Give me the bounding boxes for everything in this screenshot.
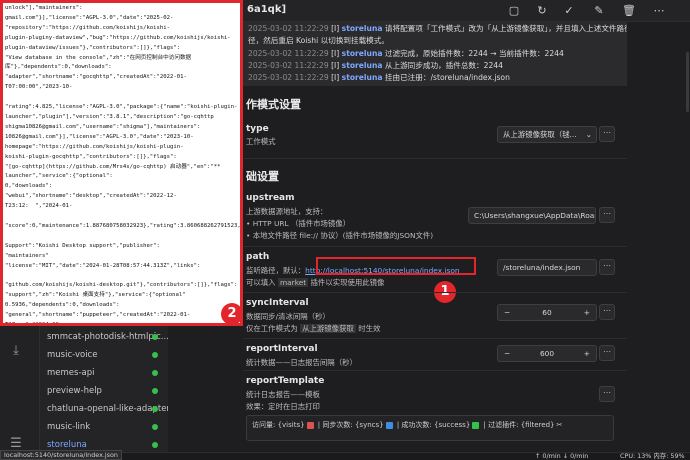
path-desc-market: 可以填入 market 插件以实现使用此镜像 bbox=[246, 278, 385, 287]
type-title: type bbox=[246, 124, 269, 134]
report-interval-desc: 统计数据——日志报告间隔（秒） bbox=[246, 358, 357, 367]
plugin-label: storeluna bbox=[47, 440, 87, 450]
delete-icon[interactable]: 🗑 bbox=[622, 4, 636, 18]
json-text: unlock"],"maintainers": gmail.com"}],"li… bbox=[5, 5, 243, 326]
plugin-label: preview-help bbox=[47, 386, 102, 396]
plugin-label: smmcat-photodisk-htmlpic... bbox=[47, 332, 168, 342]
plugin-label: memes-api bbox=[47, 368, 95, 378]
upstream-desc-file: • 本地文件路径 file:// 协议）(插件市场镜像的JSON文件) bbox=[246, 231, 434, 240]
type-more-button[interactable]: ⋯ bbox=[599, 126, 615, 142]
plugin-item[interactable]: smmcat-photodisk-htmlpic... bbox=[40, 328, 168, 346]
download-icon[interactable]: ⤓ bbox=[8, 343, 24, 359]
plugin-label: chatluna-openal-like-adapter bbox=[47, 404, 168, 414]
plus-icon[interactable]: + bbox=[584, 346, 590, 361]
status-dot-icon bbox=[152, 424, 158, 430]
report-interval-title: reportInterval bbox=[246, 344, 318, 354]
divider bbox=[243, 370, 627, 371]
divider bbox=[243, 338, 627, 339]
plugin-list: smmcat-photodisk-htmlpic... music-voice … bbox=[40, 325, 168, 452]
plugin-item[interactable]: preview-help bbox=[40, 382, 168, 400]
sync-interval-stepper[interactable]: −60 + bbox=[497, 304, 597, 321]
log-line: 径，然后重启 Koishi 以切换到挂载模式。 bbox=[248, 36, 389, 46]
path-input[interactable]: /storeluna/index.json bbox=[497, 259, 597, 276]
json-response-panel: unlock"],"maintainers": gmail.com"}],"li… bbox=[0, 0, 243, 326]
save-check-icon[interactable]: ✓ bbox=[562, 4, 576, 18]
status-dot-icon bbox=[152, 442, 158, 448]
traffic-indicator: ↑ 0/min ↓ 0/min bbox=[535, 452, 589, 460]
sync-interval-title: syncInterval bbox=[246, 298, 309, 308]
plugin-header: 6a1qk] ▢ ↻ ✓ ✎ 🗑 ⋯ bbox=[243, 0, 690, 22]
stop-icon[interactable]: ▢ bbox=[507, 4, 521, 18]
settings-panel: 2025-03-02 11:22:29 [I] storeluna 请将配置项「… bbox=[243, 22, 690, 452]
status-dot-icon bbox=[152, 334, 158, 340]
divider bbox=[243, 292, 627, 293]
app-window: ⤓ ☰ smmcat-photodisk-htmlpic... music-vo… bbox=[0, 0, 690, 460]
scrollbar[interactable] bbox=[686, 52, 689, 112]
status-dot-icon bbox=[152, 406, 158, 412]
upstream-more-button[interactable]: ⋯ bbox=[599, 207, 615, 223]
edit-icon[interactable]: ✎ bbox=[592, 4, 606, 18]
minus-icon[interactable]: − bbox=[504, 305, 510, 320]
sync-interval-desc: 数据同步/清冰间隔（秒） bbox=[246, 312, 330, 321]
section-title-basic: 础设置 bbox=[246, 170, 279, 183]
template-more-button[interactable]: ⋯ bbox=[599, 386, 615, 402]
plugin-item[interactable]: chatluna-openal-like-adapter bbox=[40, 400, 168, 418]
report-interval-stepper[interactable]: −600 + bbox=[497, 345, 597, 362]
report-template-desc: 统计日志报告——模板 bbox=[246, 390, 320, 399]
plugin-item[interactable]: music-link bbox=[40, 418, 168, 436]
path-title: path bbox=[246, 252, 270, 262]
plugin-label: music-voice bbox=[47, 350, 98, 360]
log-line: 2025-03-02 11:22:29 [I] storeluna 挂由已注册：… bbox=[248, 73, 510, 83]
upstream-title: upstream bbox=[246, 193, 295, 203]
report-template-title: reportTemplate bbox=[246, 376, 325, 386]
annotation-highlight-box bbox=[316, 257, 476, 275]
chart-icon bbox=[306, 421, 314, 429]
page-title: 6a1qk] bbox=[247, 4, 287, 15]
annotation-badge-2: 2 bbox=[221, 303, 243, 325]
plugin-label: music-link bbox=[47, 422, 91, 432]
status-dot-icon bbox=[152, 370, 158, 376]
status-dot-icon bbox=[152, 352, 158, 358]
plus-icon[interactable]: + bbox=[584, 305, 590, 320]
more-icon[interactable]: ⋯ bbox=[652, 4, 666, 18]
type-desc: 工作模式 bbox=[246, 137, 276, 146]
check-icon bbox=[472, 421, 480, 429]
type-select[interactable]: 从上游镜像获取（毬... ⌄ bbox=[497, 126, 597, 143]
upstream-input[interactable]: C:\Users\shangxue\AppData\Roan bbox=[468, 207, 596, 224]
sync-interval-note: 仅在工作模式为 从上游镜像获取 时生效 bbox=[246, 324, 381, 333]
divider bbox=[243, 158, 627, 159]
status-dot-icon bbox=[152, 388, 158, 394]
plugin-item[interactable]: memes-api bbox=[40, 364, 168, 382]
log-line: 2025-03-02 11:22:29 [I] storeluna 从上游同步成… bbox=[248, 60, 503, 70]
log-output: 2025-03-02 11:22:29 [I] storeluna 请将配置项「… bbox=[243, 22, 627, 86]
log-line: 2025-03-02 11:22:29 [I] storeluna 过滤完成，原… bbox=[248, 48, 564, 58]
section-title-work-mode: 作模式设置 bbox=[246, 98, 301, 111]
filter-icon: ✂ bbox=[556, 421, 563, 429]
plugin-item[interactable]: music-voice bbox=[40, 346, 168, 364]
minus-icon[interactable]: − bbox=[504, 346, 510, 361]
divider bbox=[243, 246, 627, 247]
sync-icon bbox=[385, 421, 393, 429]
log-line: 2025-03-02 11:22:29 [I] storeluna 请将配置项「… bbox=[248, 24, 627, 33]
upstream-desc: 上游数据源地址，支持： bbox=[246, 207, 328, 216]
link-preview-url: localhost:5140/storeluna/index.json bbox=[0, 450, 122, 460]
report-template-textarea[interactable]: 访问量: {visits} | 同步次数: {syncs} | 成功次数: {s… bbox=[246, 415, 614, 441]
upstream-desc-http: • HTTP URL （插件市场镜像） bbox=[246, 219, 351, 228]
path-more-button[interactable]: ⋯ bbox=[599, 259, 615, 275]
reload-icon[interactable]: ↻ bbox=[535, 4, 549, 18]
report-template-effect: 效果：定时在日志打印 bbox=[246, 402, 320, 411]
resource-usage: CPU: 13% 内存: 59% bbox=[620, 452, 685, 460]
report-more-button[interactable]: ⋯ bbox=[599, 345, 615, 361]
chevron-down-icon: ⌄ bbox=[585, 130, 592, 139]
sync-more-button[interactable]: ⋯ bbox=[599, 304, 615, 320]
